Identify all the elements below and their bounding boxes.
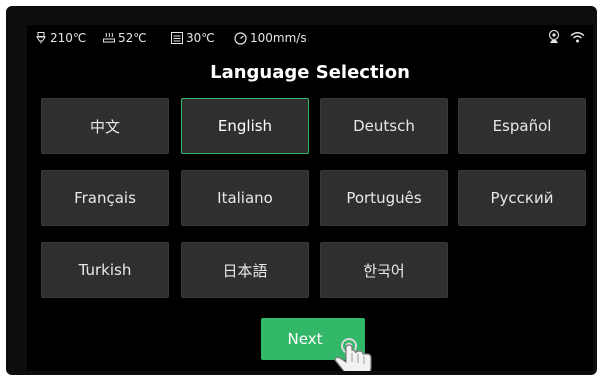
language-label: English xyxy=(217,117,273,135)
print-speed-value: 100mm/s xyxy=(250,31,307,45)
language-label: 中文 xyxy=(89,117,120,136)
chamber-temp-value: 30℃ xyxy=(186,31,215,45)
language-option-russian[interactable]: Русский xyxy=(458,170,586,226)
language-label: Italiano xyxy=(217,189,273,207)
nozzle-temp-value: 210℃ xyxy=(50,31,87,45)
language-option-portuguese[interactable]: Português xyxy=(320,170,448,226)
bed-icon xyxy=(103,32,115,43)
chamber-icon xyxy=(171,32,183,44)
nozzle-temp-stat: 210℃ xyxy=(35,31,86,45)
status-icons xyxy=(538,30,585,44)
nozzle-icon xyxy=(36,32,46,44)
language-option-spanish[interactable]: Español xyxy=(458,98,586,154)
language-label: 한국어 xyxy=(363,261,405,280)
language-label: Русский xyxy=(490,189,554,207)
bed-temp-stat: 52℃ xyxy=(103,31,147,45)
page-title: Language Selection xyxy=(210,62,410,83)
language-label: Español xyxy=(492,117,552,135)
language-option-german[interactable]: Deutsch xyxy=(320,98,448,154)
tap-hand-icon xyxy=(334,338,372,371)
next-button-label: Next xyxy=(287,330,323,348)
language-label: Turkish xyxy=(78,261,132,279)
language-option-english[interactable]: English xyxy=(181,98,309,154)
touch-screen: 210℃ 52℃ 30℃ 100mm/s Language Selection … xyxy=(27,25,593,371)
language-option-chinese[interactable]: 中文 xyxy=(41,98,169,154)
device-bezel: 210℃ 52℃ 30℃ 100mm/s Language Selection … xyxy=(6,6,597,375)
language-label: 日本語 xyxy=(222,261,268,280)
chamber-temp-stat: 30℃ xyxy=(171,31,215,45)
language-option-turkish[interactable]: Turkish xyxy=(41,242,169,298)
language-label: Français xyxy=(74,189,136,207)
language-option-japanese[interactable]: 日本語 xyxy=(181,242,309,298)
print-speed-stat: 100mm/s xyxy=(234,31,307,45)
camera-icon xyxy=(548,30,560,43)
wifi-icon xyxy=(570,32,585,43)
language-option-french[interactable]: Français xyxy=(41,170,169,226)
status-bar: 210℃ 52℃ 30℃ 100mm/s xyxy=(27,25,593,53)
bed-temp-value: 52℃ xyxy=(118,31,147,45)
language-option-italian[interactable]: Italiano xyxy=(181,170,309,226)
speed-icon xyxy=(234,31,247,45)
language-option-korean[interactable]: 한국어 xyxy=(320,242,448,298)
language-label: Deutsch xyxy=(353,117,415,135)
language-label: Português xyxy=(346,189,422,207)
